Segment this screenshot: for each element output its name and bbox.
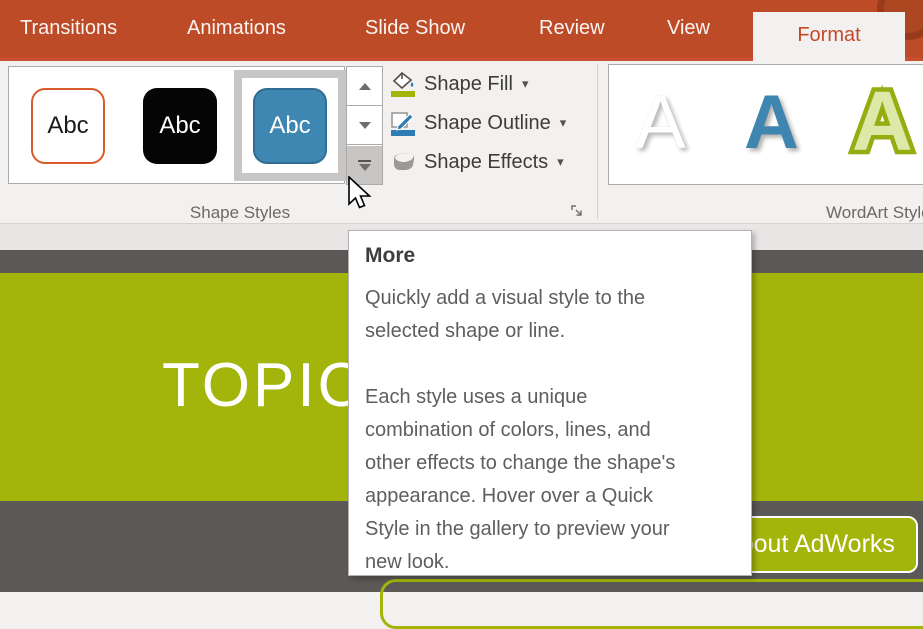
shape-style-swatch-black[interactable]: Abc [143,88,217,164]
dropdown-caret-icon [557,154,564,170]
more-tooltip: More Quickly add a visual style to the s… [348,230,752,576]
swatch-label: Abc [159,112,200,140]
tab-view[interactable]: View [667,0,710,57]
tooltip-body-1: Quickly add a visual style to the select… [365,282,695,348]
tab-format[interactable]: Format [753,12,905,61]
wordart-style-green[interactable]: A A [852,69,913,173]
wordart-style-white[interactable]: A [635,73,686,173]
shape-fill-label: Shape Fill [424,73,513,96]
shape-effects-button[interactable]: Shape Effects [390,146,564,178]
gallery-scroll-column [346,66,383,185]
tooltip-title: More [365,244,735,268]
triangle-down-icon [359,164,371,171]
shape-outline-label: Shape Outline [424,112,551,135]
dropdown-caret-icon [522,76,529,92]
tab-transitions[interactable]: Transitions [20,0,117,57]
shape-style-swatch-selected-frame: Abc [234,70,346,181]
shape-style-swatch-outline[interactable]: Abc [31,88,105,164]
shape-style-swatch-selected-inner: Abc [242,78,338,173]
shape-styles-gallery: Abc Abc Abc [8,66,345,184]
slide-title-text[interactable]: TOPIC [162,350,365,421]
tab-format-label: Format [797,24,860,46]
wordart-green-fill: A [852,74,913,168]
shape-effects-icon [390,149,417,176]
powerpoint-window: { "tab_bar": { "tabs": [ { "label": "Tra… [0,0,923,592]
tab-slide-show[interactable]: Slide Show [365,0,465,57]
shape-style-swatch-blue[interactable]: Abc [253,88,327,164]
pencil-icon [390,110,417,137]
wordart-styles-group-label: WordArt Styles [826,203,923,223]
shape-outline-button[interactable]: Shape Outline [390,107,566,139]
swatch-label: Abc [47,112,88,140]
shape-fill-button[interactable]: Shape Fill [390,68,528,100]
tab-animations[interactable]: Animations [187,0,286,57]
dialog-launcher-icon[interactable] [570,204,586,220]
shape-effects-label: Shape Effects [424,151,548,174]
wordart-styles-gallery: A A A A [608,64,923,185]
more-bar-icon [358,160,371,162]
swatch-label: Abc [269,112,310,140]
triangle-up-icon [359,83,371,90]
tab-review[interactable]: Review [539,0,605,57]
group-separator [597,63,598,219]
slide-outline-button[interactable] [380,579,923,629]
tooltip-body-2: Each style uses a unique combination of … [365,381,695,579]
wordart-style-blue[interactable]: A [744,73,799,173]
mouse-cursor-icon [347,176,375,212]
paint-bucket-icon [390,71,417,98]
ribbon-format-contextual: Abc Abc Abc [0,61,923,223]
shape-styles-group-label: Shape Styles [140,203,340,223]
gallery-scroll-up-button[interactable] [347,67,382,106]
gallery-scroll-down-button[interactable] [347,106,382,145]
dropdown-caret-icon [560,115,567,131]
triangle-down-icon [359,122,371,129]
